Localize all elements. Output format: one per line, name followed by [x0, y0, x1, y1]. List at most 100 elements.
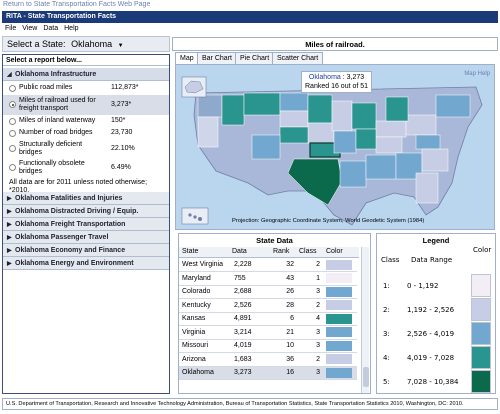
- section-label: Oklahoma Freight Transportation: [15, 221, 126, 228]
- tab-scatter-chart[interactable]: Scatter Chart: [272, 52, 324, 64]
- radio-button[interactable]: [9, 164, 16, 171]
- cell-color: [323, 271, 357, 286]
- menu-data[interactable]: Data: [43, 25, 58, 33]
- color-swatch: [326, 354, 352, 365]
- cell-color: [323, 285, 357, 299]
- report-panel-heading: Select a report below...: [3, 55, 169, 66]
- menu-help[interactable]: Help: [64, 25, 78, 33]
- tab-pie-chart[interactable]: Pie Chart: [235, 52, 275, 64]
- report-item[interactable]: Public road miles 112,873*: [3, 83, 169, 94]
- table-row[interactable]: Oklahoma 3,273 16 3: [179, 366, 357, 380]
- color-swatch: [326, 273, 352, 284]
- report-item[interactable]: Number of road bridges 23,730: [3, 128, 169, 139]
- cell-state: Arizona: [179, 352, 231, 367]
- menu-view[interactable]: View: [22, 25, 37, 33]
- state-data-header: State Data Rank Class Color: [179, 247, 359, 258]
- table-row[interactable]: Arizona 1,683 36 2: [179, 352, 357, 367]
- section-infrastructure[interactable]: ◢ Oklahoma Infrastructure: [3, 68, 169, 81]
- report-item[interactable]: Functionally obsolete bridges 6.49%: [3, 159, 169, 177]
- legend-swatch: [471, 298, 491, 321]
- radio-button[interactable]: [9, 85, 16, 92]
- tooltip-value: 3,273: [346, 74, 365, 81]
- table-row[interactable]: West Virginia 2,228 32 2: [179, 258, 357, 272]
- state-data-title: State Data: [256, 236, 293, 245]
- section-label: Oklahoma Infrastructure: [15, 71, 97, 78]
- section-fatalities[interactable]: ▶ Oklahoma Fatalities and Injuries: [3, 192, 169, 205]
- map-help-link[interactable]: Map Help: [464, 71, 490, 77]
- section-economy[interactable]: ▶ Oklahoma Economy and Finance: [3, 244, 169, 257]
- table-row[interactable]: Virginia 3,214 21 3: [179, 325, 357, 340]
- menu-file[interactable]: File: [5, 25, 16, 33]
- cell-state: Kentucky: [179, 298, 231, 313]
- state-selector[interactable]: Select a State: Oklahoma ▼: [2, 36, 170, 52]
- cell-rank: 21: [271, 325, 297, 340]
- tooltip-state: Oklahoma: [308, 74, 341, 81]
- table-row[interactable]: Maryland 755 43 1: [179, 271, 357, 286]
- scrollbar[interactable]: [361, 247, 369, 393]
- legend-class: 4:: [383, 354, 390, 362]
- color-swatch: [326, 313, 352, 324]
- cell-class: 3: [297, 325, 323, 340]
- col-state[interactable]: State: [182, 248, 198, 255]
- cell-state: Maryland: [179, 271, 231, 286]
- cell-state: Missouri: [179, 339, 231, 353]
- return-link[interactable]: Return to State Transportation Facts Web…: [3, 1, 150, 8]
- cell-state: West Virginia: [179, 258, 231, 272]
- chevron-right-icon: ▶: [7, 248, 12, 254]
- cell-color: [323, 325, 357, 340]
- radio-button[interactable]: [9, 130, 16, 137]
- cell-class: 2: [297, 352, 323, 367]
- cell-state: Oklahoma: [179, 366, 231, 380]
- table-row[interactable]: Kansas 4,891 6 4: [179, 312, 357, 326]
- table-row[interactable]: Missouri 4,019 10 3: [179, 339, 357, 353]
- scrollbar-thumb[interactable]: [363, 367, 369, 387]
- tooltip-rank: Ranked 16 out of 51: [305, 83, 369, 90]
- radio-button[interactable]: [9, 101, 16, 108]
- cell-color: [323, 352, 357, 367]
- cell-color: [323, 298, 357, 313]
- section-label: Oklahoma Passenger Travel: [15, 234, 109, 241]
- cell-state: Colorado: [179, 285, 231, 299]
- select-state-label: Select a State:: [7, 39, 66, 49]
- chevron-down-icon[interactable]: ▼: [118, 43, 124, 49]
- report-item[interactable]: Structurally deficient bridges 22.10%: [3, 140, 169, 158]
- radio-button[interactable]: [9, 145, 16, 152]
- legend-range: 7,028 - 10,384: [407, 378, 459, 386]
- report-item-selected[interactable]: Miles of railroad used for freight trans…: [3, 95, 169, 115]
- report-item-value: 23,730: [111, 129, 133, 136]
- section-energy[interactable]: ▶ Oklahoma Energy and Environment: [3, 257, 169, 270]
- section-label: Oklahoma Fatalities and Injuries: [15, 195, 123, 202]
- col-rank[interactable]: Rank: [273, 248, 289, 255]
- table-row[interactable]: Kentucky 2,526 28 2: [179, 298, 357, 313]
- table-row[interactable]: Colorado 2,688 26 3: [179, 285, 357, 299]
- cell-data: 2,526: [231, 298, 271, 313]
- col-class[interactable]: Class: [299, 248, 317, 255]
- section-passenger-travel[interactable]: ▶ Oklahoma Passenger Travel: [3, 231, 169, 244]
- map-view[interactable]: Oklahoma : 3,273 Ranked 16 out of 51 Map…: [175, 64, 495, 230]
- cell-rank: 26: [271, 285, 297, 299]
- cell-color: [323, 339, 357, 353]
- cell-rank: 36: [271, 352, 297, 367]
- color-swatch: [326, 300, 352, 311]
- cell-state: Kansas: [179, 312, 231, 326]
- legend-swatch: [471, 346, 491, 369]
- legend-swatch: [471, 322, 491, 345]
- chevron-right-icon: ▶: [7, 196, 12, 202]
- col-data[interactable]: Data: [232, 248, 247, 255]
- cell-data: 2,228: [231, 258, 271, 272]
- report-item-label: Number of road bridges: [19, 129, 93, 136]
- report-item[interactable]: Miles of inland waterway 150*: [3, 116, 169, 127]
- section-label: Oklahoma Economy and Finance: [15, 247, 126, 254]
- tab-bar-chart[interactable]: Bar Chart: [197, 52, 237, 64]
- radio-button[interactable]: [9, 118, 16, 125]
- cell-color: [323, 258, 357, 272]
- report-panel: Select a report below... ◢ Oklahoma Infra…: [2, 54, 170, 394]
- section-freight[interactable]: ▶ Oklahoma Freight Transportation: [3, 218, 169, 231]
- section-distracted-driving[interactable]: ▶ Oklahoma Distracted Driving / Equip.: [3, 205, 169, 218]
- chevron-right-icon: ▶: [7, 235, 12, 241]
- col-color[interactable]: Color: [326, 248, 343, 255]
- select-state-value[interactable]: Oklahoma: [71, 39, 112, 49]
- legend-title: Legend: [422, 236, 450, 245]
- report-item-value: 112,873*: [111, 84, 139, 91]
- legend-class: 5:: [383, 378, 390, 386]
